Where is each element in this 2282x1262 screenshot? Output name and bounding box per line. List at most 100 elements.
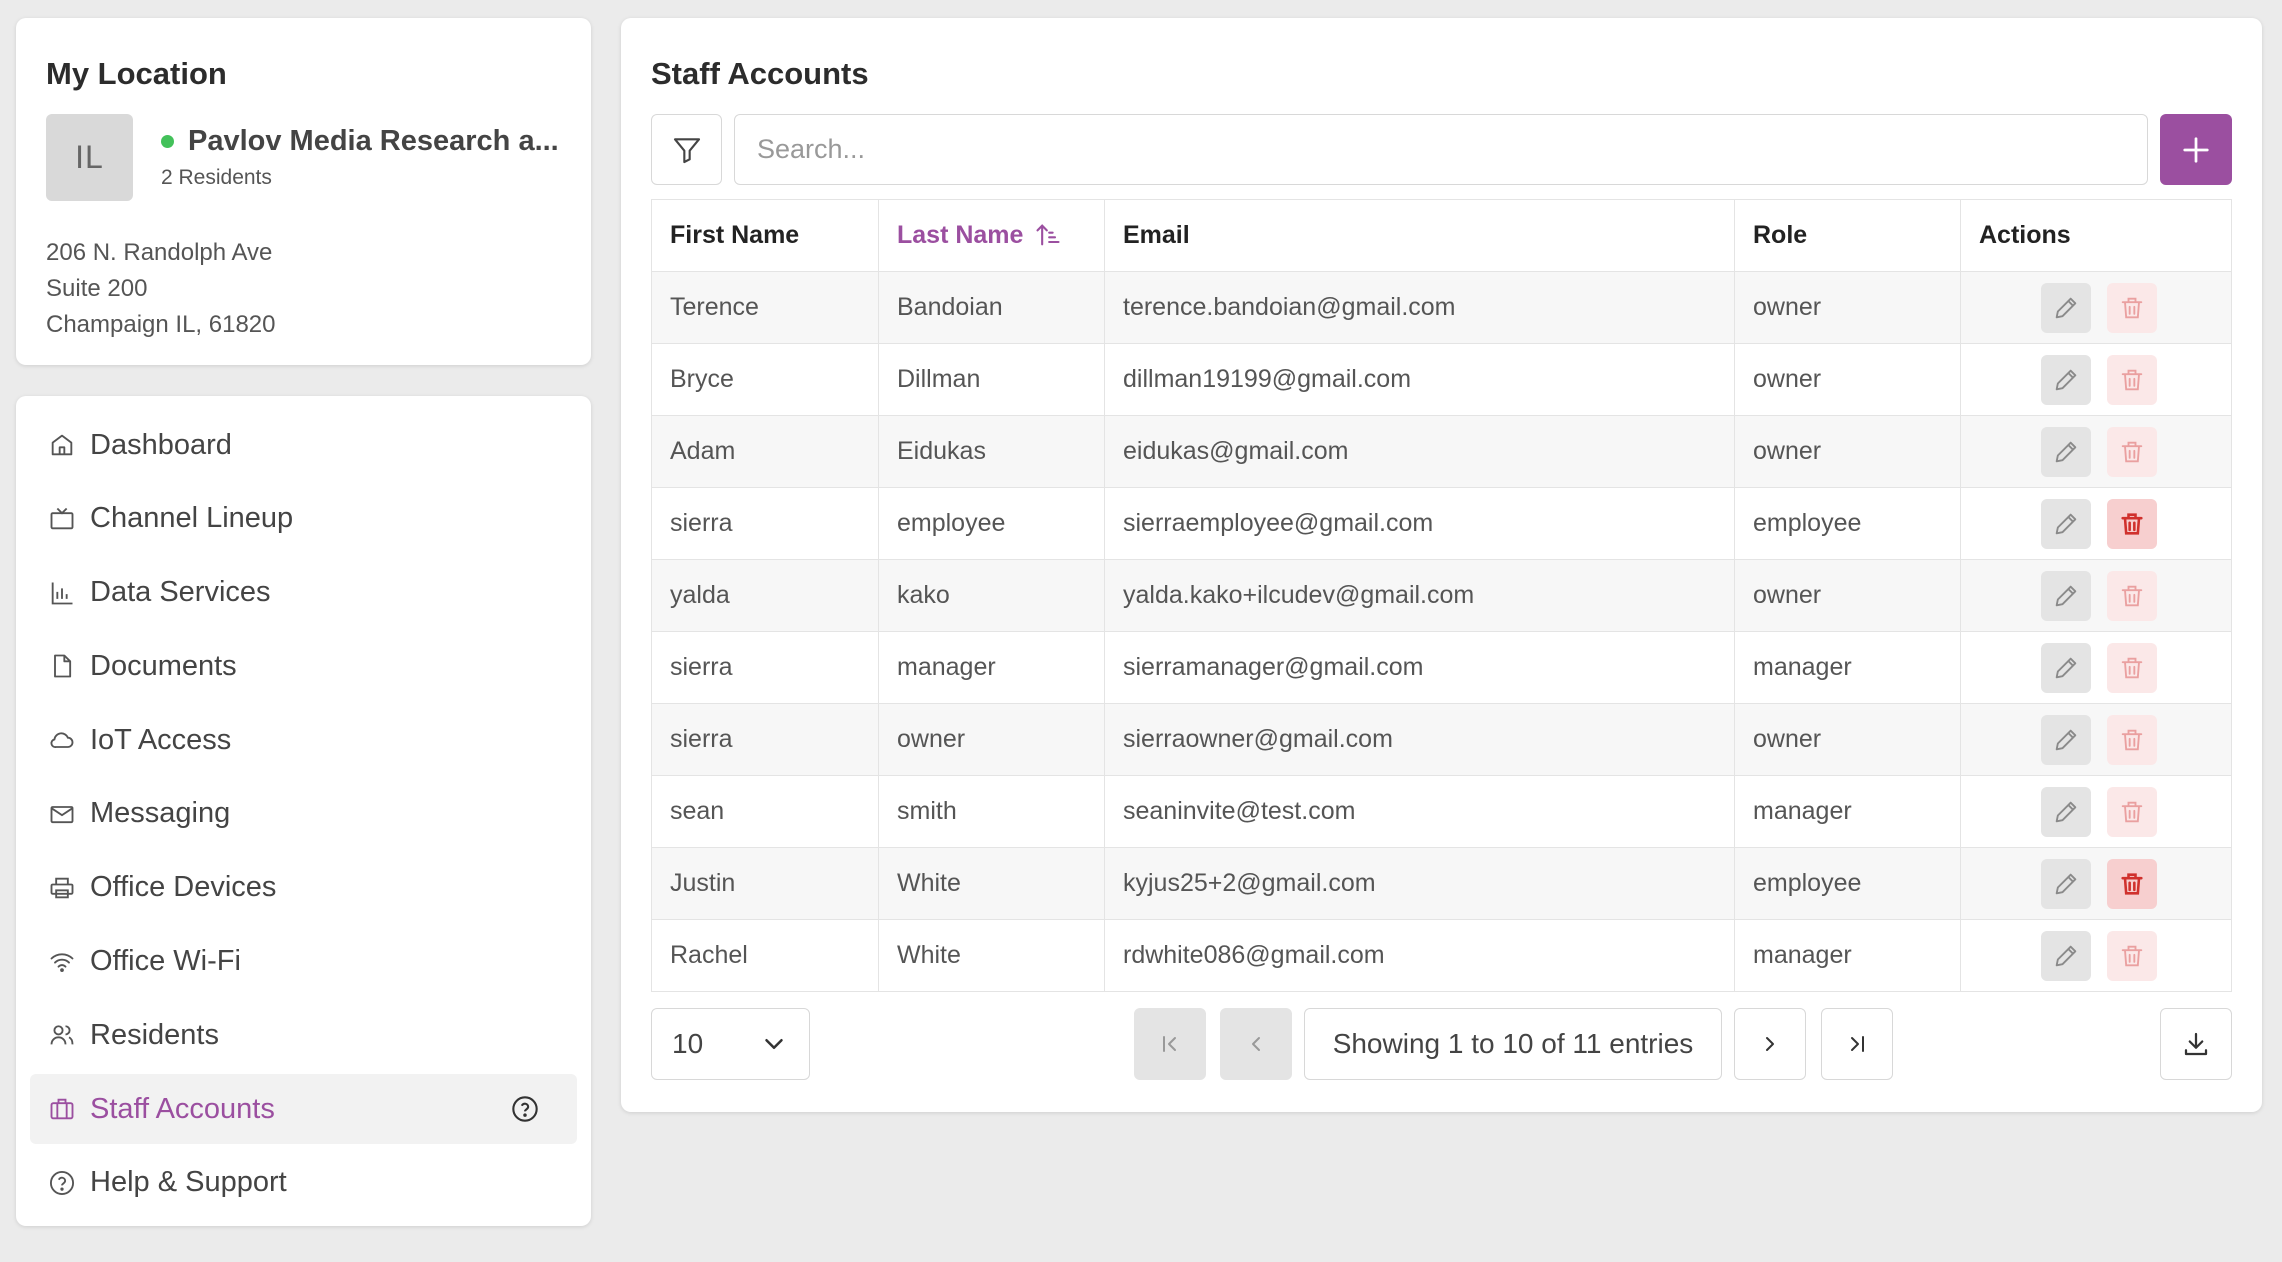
pencil-icon — [2055, 369, 2077, 390]
edit-button[interactable] — [2041, 786, 2091, 837]
trash-icon — [2121, 297, 2143, 318]
table-row: yalda kako yalda.kako+ilcudev@gmail.com own… — [651, 559, 2232, 632]
trash-icon — [2121, 872, 2143, 895]
cell-role: owner — [1734, 343, 1961, 416]
sidebar-item-label: Staff Accounts — [90, 1092, 275, 1125]
delete-button[interactable] — [2107, 714, 2157, 765]
chevron-down-icon — [765, 1039, 783, 1049]
last-page-button[interactable] — [1821, 1008, 1893, 1080]
table-row: sean smith seaninvite@test.com manager — [651, 775, 2232, 848]
chevron-left-icon — [1252, 1037, 1260, 1051]
location-title: My Location — [46, 56, 227, 91]
sidebar-nav: Dashboard Channel Lineup Data Services D… — [16, 396, 591, 1226]
sidebar-item-dashboard[interactable]: Dashboard — [30, 410, 577, 480]
edit-button[interactable] — [2041, 714, 2091, 765]
printer-icon — [50, 877, 74, 899]
trash-icon — [2121, 369, 2143, 390]
home-icon — [51, 434, 73, 456]
cell-first-name: sean — [651, 775, 879, 848]
download-icon — [2184, 1032, 2208, 1056]
trash-icon — [2121, 441, 2143, 462]
users-icon — [50, 1025, 74, 1045]
search-input[interactable] — [734, 114, 2148, 185]
trash-icon — [2121, 801, 2143, 822]
help-circle-icon[interactable] — [511, 1095, 539, 1123]
tv-icon — [50, 507, 74, 530]
cell-email: kyjus25+2@gmail.com — [1104, 847, 1735, 920]
cell-role: owner — [1734, 559, 1961, 632]
delete-button[interactable] — [2107, 498, 2157, 549]
pencil-icon — [2055, 441, 2077, 462]
sidebar-item-staff-accounts[interactable]: Staff Accounts — [30, 1074, 577, 1145]
cell-role: manager — [1734, 631, 1961, 704]
cell-first-name: Terence — [651, 271, 879, 344]
edit-button[interactable] — [2041, 282, 2091, 333]
cell-email: terence.bandoian@gmail.com — [1104, 271, 1735, 344]
page-title: Staff Accounts — [651, 56, 869, 91]
pencil-icon — [2055, 297, 2077, 318]
delete-button[interactable] — [2107, 930, 2157, 981]
edit-button[interactable] — [2041, 354, 2091, 405]
edit-button[interactable] — [2041, 930, 2091, 981]
download-button[interactable] — [2160, 1008, 2232, 1080]
sidebar-item-residents[interactable]: Residents — [30, 1000, 577, 1070]
column-header-email[interactable]: Email — [1104, 199, 1735, 272]
first-page-button[interactable] — [1134, 1008, 1206, 1080]
sidebar-item-channel-lineup[interactable]: Channel Lineup — [30, 484, 577, 554]
cell-actions — [1960, 559, 2232, 632]
sidebar-item-documents[interactable]: Documents — [30, 631, 577, 701]
cell-actions — [1960, 631, 2232, 704]
pencil-icon — [2055, 513, 2077, 534]
column-header-first-name[interactable]: First Name — [651, 199, 879, 272]
table-row: Bryce Dillman dillman19199@gmail.com owner — [651, 343, 2232, 416]
edit-button[interactable] — [2041, 858, 2091, 909]
delete-button[interactable] — [2107, 642, 2157, 693]
page-info: Showing 1 to 10 of 11 entries — [1304, 1008, 1722, 1080]
sidebar-item-label: Office Wi-Fi — [90, 945, 241, 978]
prev-page-button[interactable] — [1220, 1008, 1292, 1080]
table-row: Terence Bandoian terence.bandoian@gmail.co… — [651, 271, 2232, 344]
edit-button[interactable] — [2041, 570, 2091, 621]
plus-icon — [2183, 136, 2209, 163]
delete-button[interactable] — [2107, 858, 2157, 909]
sidebar-item-messaging[interactable]: Messaging — [30, 779, 577, 849]
next-page-button[interactable] — [1734, 1008, 1806, 1080]
delete-button[interactable] — [2107, 426, 2157, 477]
table-row: sierra owner sierraowner@gmail.com owner — [651, 703, 2232, 776]
delete-button[interactable] — [2107, 354, 2157, 405]
edit-button[interactable] — [2041, 498, 2091, 549]
pencil-icon — [2055, 729, 2077, 750]
filter-button[interactable] — [651, 114, 722, 185]
page-size-select[interactable]: 10 — [651, 1008, 810, 1080]
document-icon — [54, 654, 72, 678]
delete-button[interactable] — [2107, 282, 2157, 333]
cell-first-name: Rachel — [651, 919, 879, 992]
cell-first-name: Justin — [651, 847, 879, 920]
sidebar-item-office-wifi[interactable]: Office Wi-Fi — [30, 927, 577, 997]
delete-button[interactable] — [2107, 570, 2157, 621]
cell-actions — [1960, 847, 2232, 920]
address-line-2: Suite 200 — [46, 275, 148, 302]
sidebar-item-label: Help & Support — [90, 1166, 287, 1199]
delete-button[interactable] — [2107, 786, 2157, 837]
edit-button[interactable] — [2041, 642, 2091, 693]
add-staff-button[interactable] — [2160, 114, 2232, 185]
cell-role: owner — [1734, 415, 1961, 488]
cell-email: seaninvite@test.com — [1104, 775, 1735, 848]
edit-button[interactable] — [2041, 426, 2091, 477]
location-avatar: IL — [46, 114, 133, 201]
status-dot — [161, 135, 174, 148]
column-header-last-name[interactable]: Last Name — [878, 199, 1105, 272]
cell-actions — [1960, 487, 2232, 560]
sidebar-item-data-services[interactable]: Data Services — [30, 558, 577, 628]
sidebar-item-help-support[interactable]: Help & Support — [30, 1148, 577, 1218]
table-row: Adam Eidukas eidukas@gmail.com owner — [651, 415, 2232, 488]
pencil-icon — [2055, 585, 2077, 606]
sidebar-item-iot-access[interactable]: IoT Access — [30, 705, 577, 775]
cell-last-name: owner — [878, 703, 1105, 776]
cell-first-name: sierra — [651, 631, 879, 704]
cell-last-name: kako — [878, 559, 1105, 632]
cell-actions — [1960, 415, 2232, 488]
column-header-role[interactable]: Role — [1734, 199, 1961, 272]
sidebar-item-office-devices[interactable]: Office Devices — [30, 853, 577, 923]
